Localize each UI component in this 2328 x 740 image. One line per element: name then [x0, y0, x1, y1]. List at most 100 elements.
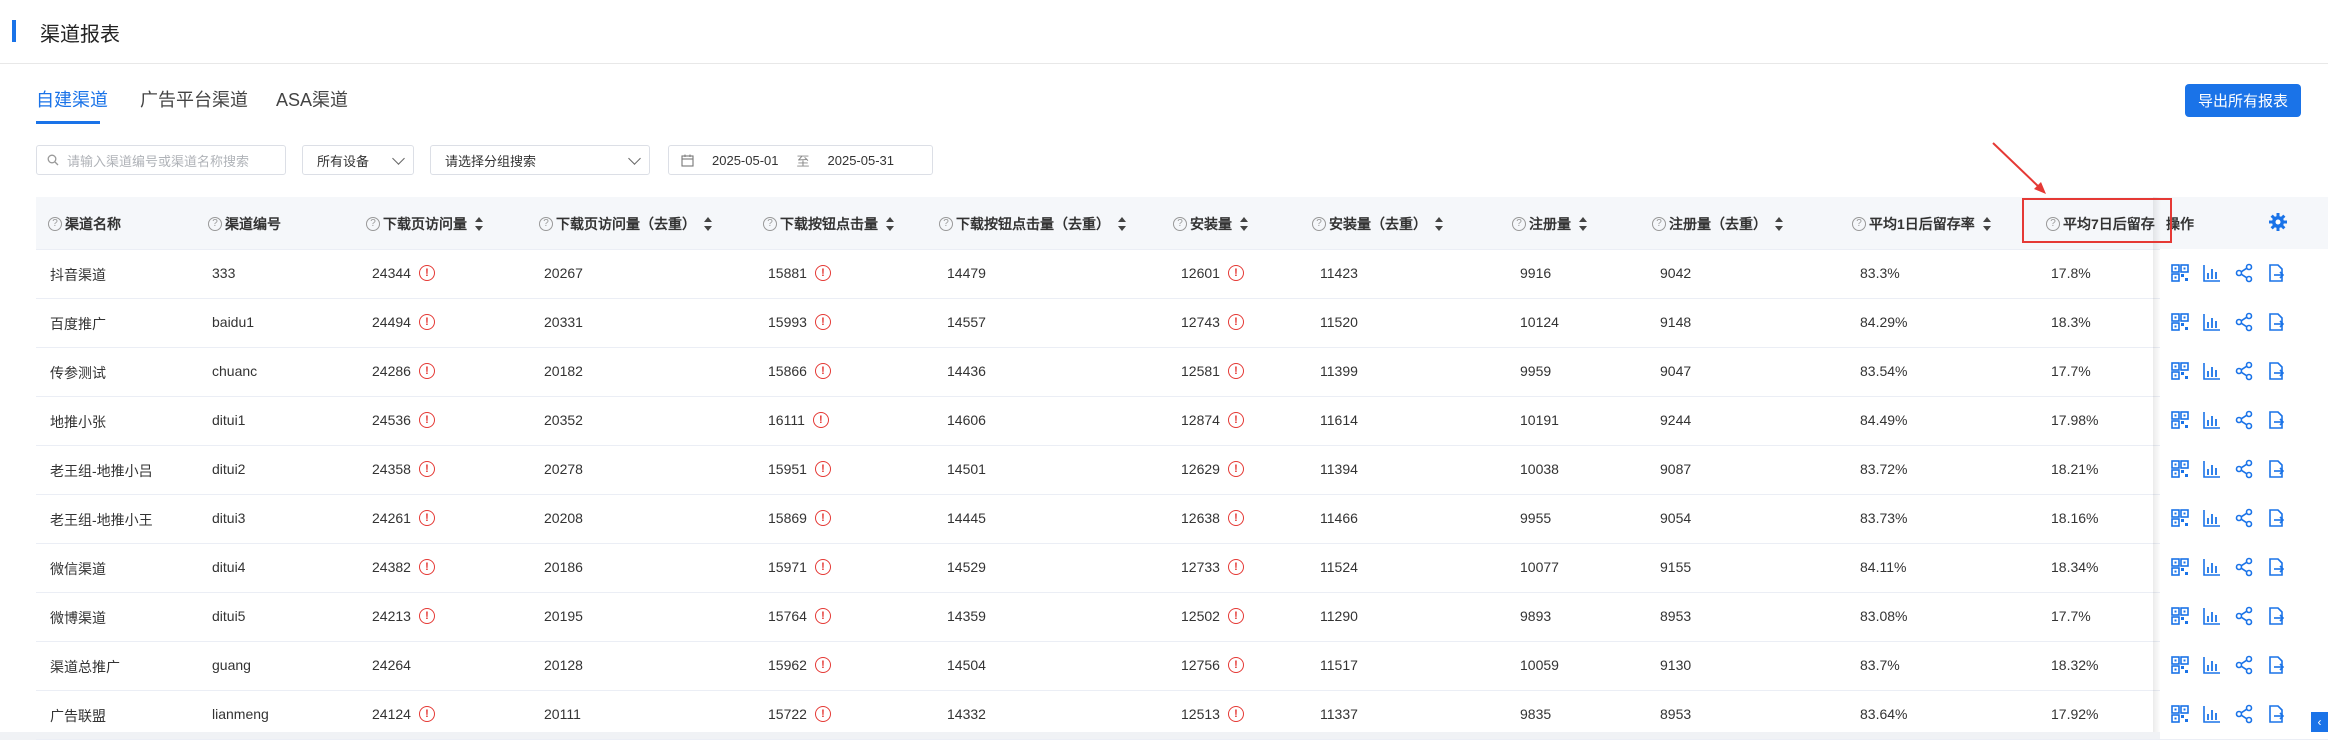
chart-icon[interactable] — [2202, 606, 2222, 626]
col-visits[interactable]: ? 下载页访问量 — [366, 214, 483, 234]
sort-icon[interactable] — [1775, 217, 1783, 231]
help-icon[interactable]: ? — [1852, 217, 1866, 231]
warning-icon[interactable]: ! — [418, 461, 435, 477]
col-clicks-uniq[interactable]: ? 下载按钮点击量（去重） — [939, 214, 1126, 234]
col-clicks[interactable]: ? 下载按钮点击量 — [763, 214, 894, 234]
warning-icon[interactable]: ! — [418, 412, 435, 428]
qrcode-icon[interactable] — [2170, 704, 2190, 724]
chart-icon[interactable] — [2202, 361, 2222, 381]
help-icon[interactable]: ? — [48, 217, 62, 231]
warning-icon[interactable]: ! — [814, 314, 831, 330]
warning-icon[interactable]: ! — [418, 363, 435, 379]
warning-icon[interactable]: ! — [814, 510, 831, 526]
help-icon[interactable]: ? — [1652, 217, 1666, 231]
qrcode-icon[interactable] — [2170, 361, 2190, 381]
warning-icon[interactable]: ! — [1227, 461, 1244, 477]
share-icon[interactable] — [2234, 263, 2254, 283]
device-select[interactable]: 所有设备 — [302, 145, 414, 175]
help-icon[interactable]: ? — [1512, 217, 1526, 231]
warning-icon[interactable]: ! — [418, 706, 435, 722]
export-icon[interactable] — [2266, 655, 2286, 675]
sort-icon[interactable] — [1435, 217, 1443, 231]
date-range-picker[interactable]: 2025-05-01 至 2025-05-31 — [668, 145, 933, 175]
warning-icon[interactable]: ! — [814, 559, 831, 575]
col-registrations-uniq[interactable]: ? 注册量（去重） — [1652, 214, 1783, 234]
chart-icon[interactable] — [2202, 263, 2222, 283]
warning-icon[interactable]: ! — [814, 363, 831, 379]
help-icon[interactable]: ? — [939, 217, 953, 231]
share-icon[interactable] — [2234, 361, 2254, 381]
warning-icon[interactable]: ! — [1227, 608, 1244, 624]
sort-icon[interactable] — [704, 217, 712, 231]
qrcode-icon[interactable] — [2170, 459, 2190, 479]
sort-icon[interactable] — [1240, 217, 1248, 231]
warning-icon[interactable]: ! — [418, 265, 435, 281]
chart-icon[interactable] — [2202, 459, 2222, 479]
export-all-button[interactable]: 导出所有报表 — [2185, 84, 2301, 117]
warning-icon[interactable]: ! — [418, 314, 435, 330]
share-icon[interactable] — [2234, 655, 2254, 675]
chart-icon[interactable] — [2202, 704, 2222, 724]
warning-icon[interactable]: ! — [1227, 412, 1244, 428]
chart-icon[interactable] — [2202, 557, 2222, 577]
col-installs[interactable]: ? 安装量 — [1173, 214, 1248, 234]
export-icon[interactable] — [2266, 606, 2286, 626]
help-icon[interactable]: ? — [1312, 217, 1326, 231]
qrcode-icon[interactable] — [2170, 263, 2190, 283]
chart-icon[interactable] — [2202, 410, 2222, 430]
export-icon[interactable] — [2266, 361, 2286, 381]
warning-icon[interactable]: ! — [1227, 363, 1244, 379]
chart-icon[interactable] — [2202, 508, 2222, 528]
help-icon[interactable]: ? — [1173, 217, 1187, 231]
share-icon[interactable] — [2234, 606, 2254, 626]
qrcode-icon[interactable] — [2170, 410, 2190, 430]
column-settings-gear-icon[interactable] — [2268, 212, 2288, 232]
share-icon[interactable] — [2234, 557, 2254, 577]
col-channel-name[interactable]: ? 渠道名称 — [48, 214, 121, 234]
warning-icon[interactable]: ! — [814, 265, 831, 281]
sort-icon[interactable] — [475, 217, 483, 231]
export-icon[interactable] — [2266, 704, 2286, 724]
date-end[interactable]: 2025-05-31 — [828, 153, 895, 168]
warning-icon[interactable]: ! — [1227, 657, 1244, 673]
sort-icon[interactable] — [886, 217, 894, 231]
help-icon[interactable]: ? — [763, 217, 777, 231]
col-channel-code[interactable]: ? 渠道编号 — [208, 214, 281, 234]
help-icon[interactable]: ? — [539, 217, 553, 231]
share-icon[interactable] — [2234, 410, 2254, 430]
col-retention-1d[interactable]: ? 平均1日后留存率 — [1852, 214, 1991, 234]
scroll-left-icon[interactable]: ‹ — [2311, 712, 2328, 732]
export-icon[interactable] — [2266, 508, 2286, 528]
warning-icon[interactable]: ! — [812, 412, 829, 428]
warning-icon[interactable]: ! — [1227, 265, 1244, 281]
share-icon[interactable] — [2234, 704, 2254, 724]
sort-icon[interactable] — [1118, 217, 1126, 231]
qrcode-icon[interactable] — [2170, 508, 2190, 528]
chart-icon[interactable] — [2202, 312, 2222, 332]
export-icon[interactable] — [2266, 557, 2286, 577]
group-select[interactable]: 请选择分组搜索 — [430, 145, 650, 175]
sort-icon[interactable] — [1579, 217, 1587, 231]
help-icon[interactable]: ? — [208, 217, 222, 231]
search-input[interactable]: 请输入渠道编号或渠道名称搜索 — [36, 145, 286, 175]
help-icon[interactable]: ? — [366, 217, 380, 231]
warning-icon[interactable]: ! — [1227, 510, 1244, 526]
warning-icon[interactable]: ! — [814, 461, 831, 477]
warning-icon[interactable]: ! — [1227, 559, 1244, 575]
sort-icon[interactable] — [1982, 217, 1991, 231]
warning-icon[interactable]: ! — [814, 608, 831, 624]
warning-icon[interactable]: ! — [418, 510, 435, 526]
chart-icon[interactable] — [2202, 655, 2222, 675]
col-installs-uniq[interactable]: ? 安装量（去重） — [1312, 214, 1443, 234]
tab-self-built[interactable]: 自建渠道 — [36, 86, 108, 112]
export-icon[interactable] — [2266, 459, 2286, 479]
warning-icon[interactable]: ! — [418, 559, 435, 575]
export-icon[interactable] — [2266, 263, 2286, 283]
qrcode-icon[interactable] — [2170, 557, 2190, 577]
warning-icon[interactable]: ! — [1227, 706, 1244, 722]
col-visits-uniq[interactable]: ? 下载页访问量（去重） — [539, 214, 712, 234]
qrcode-icon[interactable] — [2170, 655, 2190, 675]
share-icon[interactable] — [2234, 312, 2254, 332]
warning-icon[interactable]: ! — [814, 657, 831, 673]
date-start[interactable]: 2025-05-01 — [712, 153, 779, 168]
